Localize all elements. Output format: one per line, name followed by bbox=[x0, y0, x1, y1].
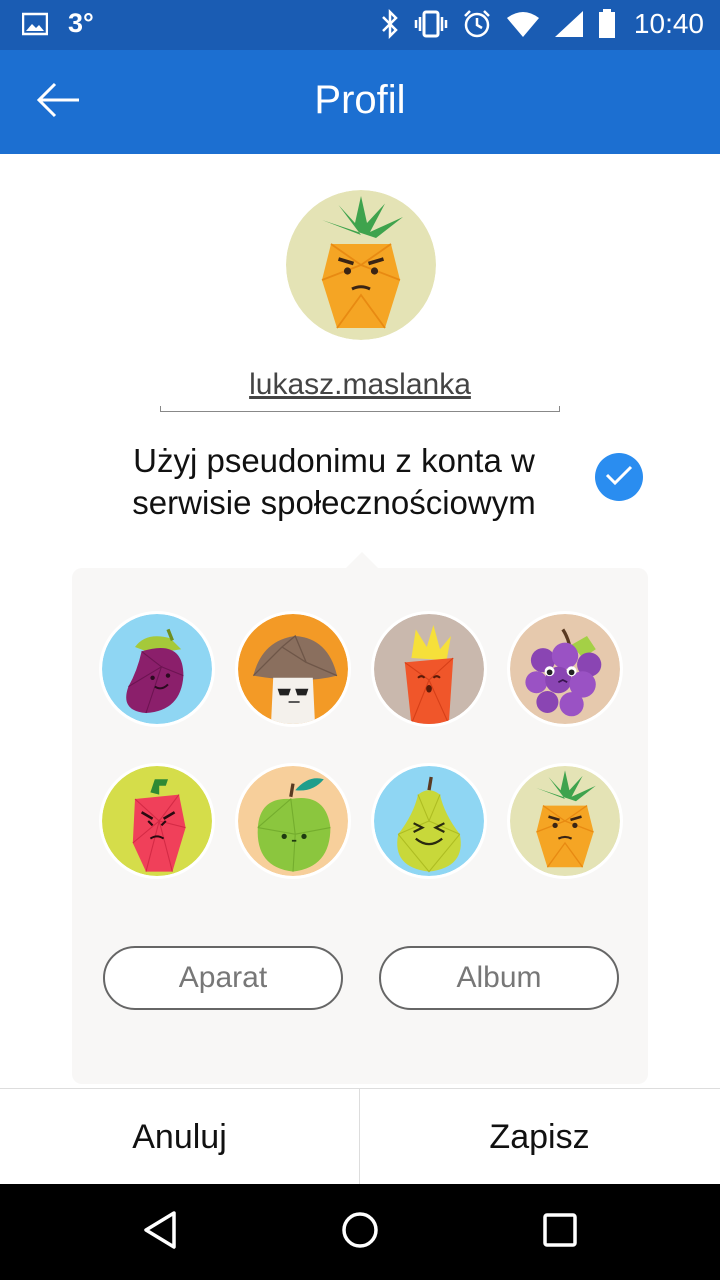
image-icon bbox=[22, 12, 48, 36]
nav-home-button[interactable] bbox=[320, 1208, 400, 1256]
profile-avatar[interactable] bbox=[286, 190, 436, 340]
signal-icon bbox=[554, 10, 584, 38]
home-circle-icon bbox=[340, 1210, 380, 1255]
bottom-action-bar: Anuluj Zapisz bbox=[0, 1088, 720, 1185]
eggplant-icon bbox=[102, 614, 212, 724]
cancel-button[interactable]: Anuluj bbox=[0, 1089, 359, 1185]
nav-recents-button[interactable] bbox=[520, 1208, 600, 1256]
save-button[interactable]: Zapisz bbox=[360, 1089, 719, 1185]
nav-back-button[interactable] bbox=[120, 1208, 200, 1256]
alarm-icon bbox=[462, 9, 492, 39]
album-button[interactable]: Album bbox=[379, 946, 619, 1010]
username-underline bbox=[160, 406, 560, 412]
app-bar: Profil bbox=[0, 50, 720, 154]
carrot-icon bbox=[374, 614, 484, 724]
status-bar: 3° 10:40 bbox=[0, 0, 720, 50]
avatar-option-carrot[interactable] bbox=[371, 611, 487, 727]
username-text: lukasz.maslanka bbox=[249, 368, 471, 401]
avatar-option-mushroom[interactable] bbox=[235, 611, 351, 727]
mushroom-icon bbox=[238, 614, 348, 724]
avatar-option-pineapple[interactable] bbox=[507, 763, 623, 879]
system-nav-bar bbox=[0, 1184, 720, 1280]
avatar-option-grapes[interactable] bbox=[507, 611, 623, 727]
clock: 10:40 bbox=[633, 8, 704, 39]
grapes-icon bbox=[510, 614, 620, 724]
nickname-option-label: Użyj pseudonimu z konta w serwisie społe… bbox=[132, 442, 536, 521]
wifi-icon bbox=[506, 10, 540, 38]
avatar-option-apple[interactable] bbox=[235, 763, 351, 879]
vibrate-icon bbox=[414, 9, 448, 39]
temperature: 3° bbox=[68, 8, 94, 38]
pear-icon bbox=[374, 766, 484, 876]
pineapple-icon bbox=[510, 766, 620, 876]
bluetooth-icon bbox=[380, 9, 400, 39]
recents-square-icon bbox=[542, 1212, 578, 1253]
avatar-option-pepper[interactable] bbox=[99, 763, 215, 879]
apple-icon bbox=[238, 766, 348, 876]
avatar-option-eggplant[interactable] bbox=[99, 611, 215, 727]
camera-button[interactable]: Aparat bbox=[103, 946, 343, 1010]
page-title: Profil bbox=[314, 78, 406, 122]
battery-icon bbox=[598, 9, 616, 39]
pepper-icon bbox=[102, 766, 212, 876]
avatar-option-pear[interactable] bbox=[371, 763, 487, 879]
picker-pointer bbox=[346, 552, 378, 568]
nickname-checkbox[interactable] bbox=[595, 453, 643, 501]
back-triangle-icon bbox=[142, 1210, 178, 1255]
checkmark-icon bbox=[605, 464, 633, 491]
